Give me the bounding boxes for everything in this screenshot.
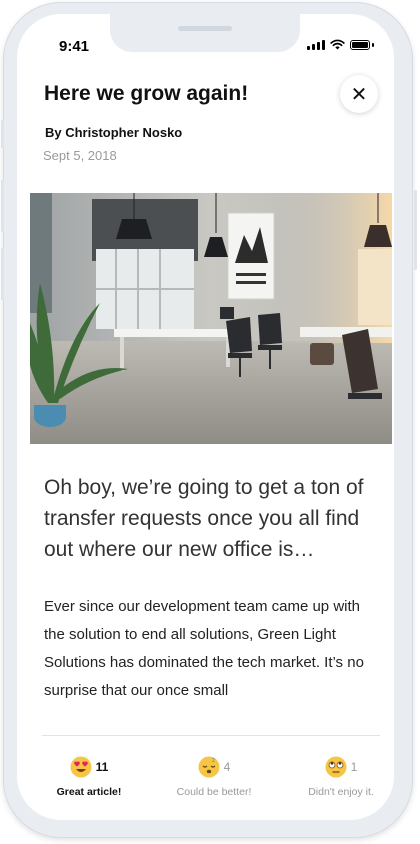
close-button[interactable]: ✕ <box>340 75 378 113</box>
hero-image <box>30 193 392 444</box>
article-body: Ever since our development team came up … <box>44 598 364 699</box>
status-icons <box>307 39 374 50</box>
office-photo <box>30 193 392 444</box>
divider <box>42 735 380 736</box>
phone-screen: 9:41 Here we grow again! ✕ By Christophe… <box>17 14 394 820</box>
reaction-didnt-enjoy-count: 1 <box>350 760 358 774</box>
cellular-signal-icon <box>307 39 325 50</box>
reaction-could-be-better[interactable]: z 4 Could be better! <box>169 754 259 798</box>
article-date: Sept 5, 2018 <box>43 148 117 163</box>
article-lead: Oh boy, we’re going to get a ton of tran… <box>44 476 364 561</box>
battery-cap <box>372 42 374 47</box>
reaction-great-count: 11 <box>95 760 109 774</box>
reaction-didnt-enjoy-label: Didn't enjoy it. <box>308 786 374 798</box>
notch <box>110 14 300 52</box>
article-title: Here we grow again! <box>44 82 249 105</box>
reaction-could-be-better-count: 4 <box>223 760 231 774</box>
heart-eyes-icon <box>70 756 92 778</box>
battery-icon <box>350 39 370 50</box>
volume-down-button <box>1 248 4 300</box>
sleeping-icon: z <box>198 756 220 778</box>
status-time: 9:41 <box>59 38 90 55</box>
reactions-bar: 11 Great article! z 4 Could be better! 1… <box>37 754 387 804</box>
volume-up-button <box>1 180 4 232</box>
speaker <box>178 26 232 31</box>
reaction-great-label: Great article! <box>56 786 122 798</box>
wifi-icon <box>330 39 345 50</box>
reaction-didnt-enjoy[interactable]: 1 Didn't enjoy it. <box>299 754 383 798</box>
mute-switch <box>1 120 4 148</box>
reaction-could-be-better-label: Could be better! <box>176 786 252 798</box>
reaction-great[interactable]: 11 Great article! <box>49 754 129 798</box>
eye-roll-icon <box>325 756 347 778</box>
close-icon: ✕ <box>350 83 368 106</box>
svg-text:z: z <box>212 757 215 764</box>
article-author: By Christopher Nosko <box>45 125 183 140</box>
power-button <box>414 190 417 270</box>
